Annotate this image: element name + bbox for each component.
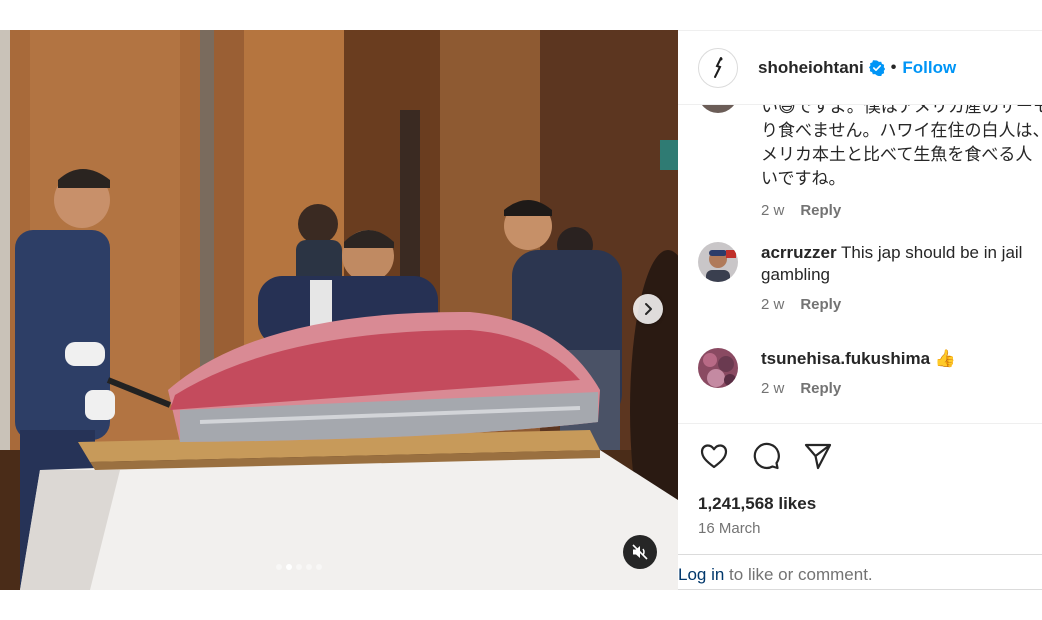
comment-time: 2 w bbox=[761, 380, 785, 397]
video-frame bbox=[0, 30, 678, 590]
carousel-dot bbox=[296, 564, 302, 570]
comments-list[interactable]: い😅ですよ。僕はアメリカ産のサーモ り食べません。ハワイ在住の白人は、 メリカ本… bbox=[678, 105, 1042, 423]
carousel-dot bbox=[276, 564, 282, 570]
commenter-avatar[interactable] bbox=[698, 348, 738, 388]
reply-button[interactable]: Reply bbox=[800, 199, 841, 223]
comment-text-line: り食べません。ハワイ在住の白人は、 bbox=[761, 121, 1042, 140]
truncated-comment: い😅ですよ。僕はアメリカ産のサーモ り食べません。ハワイ在住の白人は、 メリカ本… bbox=[761, 105, 1042, 223]
action-icons bbox=[698, 440, 834, 472]
login-link[interactable]: Log in bbox=[678, 565, 724, 584]
header-separator: • bbox=[890, 58, 897, 76]
speaker-muted-icon bbox=[632, 544, 648, 560]
comment-body: This jap should be in jail bbox=[836, 243, 1023, 262]
author-avatar[interactable] bbox=[698, 47, 738, 88]
carousel-indicators bbox=[276, 564, 322, 570]
paper-plane-icon bbox=[804, 443, 832, 470]
commenter-avatar-image bbox=[698, 348, 738, 388]
comment-text-line: いですね。 bbox=[761, 169, 846, 188]
next-slide-button[interactable] bbox=[633, 294, 663, 324]
comment-meta: 2 w Reply bbox=[761, 380, 1042, 397]
comment-text-line: い😅ですよ。僕はアメリカ産のサーモ bbox=[761, 105, 1042, 116]
carousel-dot bbox=[306, 564, 312, 570]
share-button[interactable] bbox=[802, 440, 834, 472]
comment-button[interactable] bbox=[750, 440, 782, 472]
heart-icon bbox=[700, 444, 728, 469]
comment-bubble-icon bbox=[753, 442, 780, 470]
commenter-avatar[interactable] bbox=[698, 105, 738, 113]
comment-text-line: メリカ本土と比べて生魚を食べる人 bbox=[761, 145, 1033, 164]
mute-toggle-button[interactable] bbox=[623, 535, 657, 569]
comment-username[interactable]: tsunehisa.fukushima bbox=[761, 349, 930, 368]
comment-username[interactable]: acrruzzer bbox=[761, 243, 837, 262]
like-button[interactable] bbox=[698, 440, 730, 472]
author-avatar-image bbox=[704, 53, 732, 82]
follow-button[interactable]: Follow bbox=[902, 58, 956, 78]
like-count[interactable]: 1,241,568 likes bbox=[698, 494, 816, 514]
comment-text: acrruzzer This jap should be in jail bbox=[761, 242, 1042, 264]
top-spacer bbox=[0, 0, 1042, 30]
commenter-avatar-image bbox=[698, 242, 738, 282]
comment-item: tsunehisa.fukushima 👍 2 w Reply bbox=[698, 348, 1042, 397]
comment-item: acrruzzer This jap should be in jail gam… bbox=[698, 242, 1042, 313]
post-actions: 1,241,568 likes 16 March Log in to like … bbox=[678, 423, 1042, 591]
post-header: shoheiohtani • Follow bbox=[678, 31, 1042, 105]
post-side-panel: shoheiohtani • Follow い😅ですよ。僕はアメリカ産のサーモ … bbox=[678, 30, 1042, 590]
comment-text: tsunehisa.fukushima 👍 bbox=[761, 348, 1042, 370]
login-prompt: Log in to like or comment. bbox=[678, 554, 1042, 592]
comment-time: 2 w bbox=[761, 202, 785, 219]
reply-button[interactable]: Reply bbox=[800, 296, 841, 313]
verified-badge-icon bbox=[868, 59, 885, 76]
comment-time: 2 w bbox=[761, 296, 785, 313]
login-prompt-text: to like or comment. bbox=[724, 565, 873, 584]
author-username[interactable]: shoheiohtani bbox=[758, 58, 864, 78]
post-media[interactable] bbox=[0, 30, 678, 590]
chevron-right-icon bbox=[645, 303, 652, 315]
carousel-dot-active bbox=[286, 564, 292, 570]
comment-text-line: gambling bbox=[761, 265, 830, 284]
reply-button[interactable]: Reply bbox=[800, 380, 841, 397]
comment-body: 👍 bbox=[930, 349, 956, 368]
commenter-avatar[interactable] bbox=[698, 242, 738, 282]
carousel-dot bbox=[316, 564, 322, 570]
comment-meta: 2 w Reply bbox=[761, 296, 1042, 313]
comment-meta: 2 w Reply bbox=[761, 199, 1042, 223]
post-date[interactable]: 16 March bbox=[698, 520, 761, 537]
